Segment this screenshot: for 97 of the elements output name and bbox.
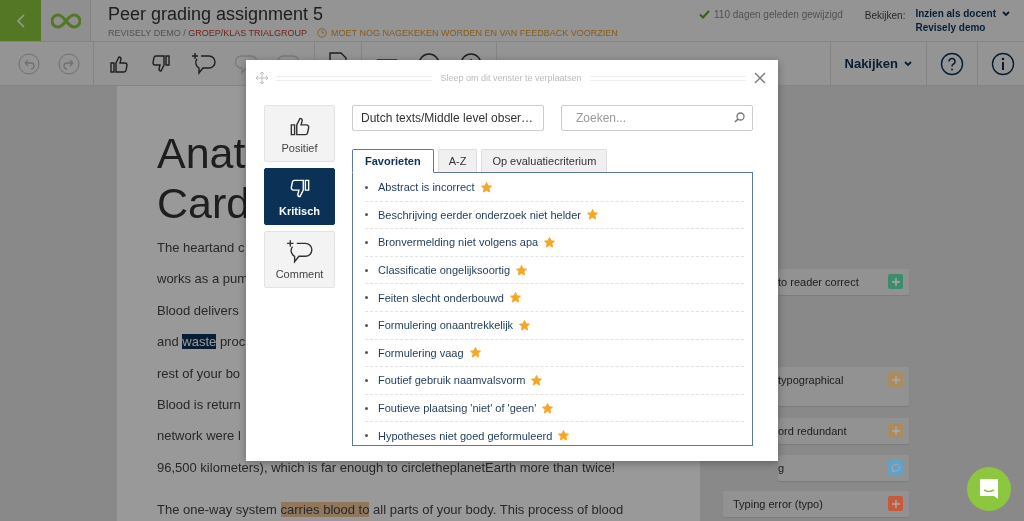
bullet-icon: [365, 268, 368, 272]
star-icon[interactable]: [480, 181, 492, 193]
annotation-card[interactable]: ord redundant: [778, 418, 909, 444]
annotation-label: to reader correct: [778, 275, 859, 290]
feedback-item[interactable]: Classificatie ongelijksoortig: [378, 264, 511, 277]
search-field[interactable]: Zoeken...: [561, 105, 753, 131]
document-text-line: Blood delivers: [157, 301, 239, 320]
feedback-item[interactable]: Formulering vaag: [378, 346, 464, 359]
infinity-icon: [50, 12, 81, 29]
star-icon[interactable]: [516, 264, 528, 276]
assignment-title: Peer grading assignment 5: [108, 3, 325, 25]
feedback-item[interactable]: Beschrijving eerder onderzoek niet helder: [378, 208, 581, 221]
add-comment-icon[interactable]: [191, 51, 217, 76]
star-icon[interactable]: [509, 292, 521, 304]
star-icon[interactable]: [544, 237, 556, 248]
view-mode-dropdown[interactable]: Inzien als docent: [915, 8, 1010, 19]
caret-icon: [1002, 10, 1010, 17]
add-comment-icon: [285, 239, 314, 265]
bullet-icon: [365, 213, 368, 217]
tab[interactable]: A-Z: [437, 149, 478, 172]
annotation-label: Typing error (typo): [733, 497, 823, 512]
chat-button[interactable]: [967, 467, 1011, 511]
bullet-icon: [365, 323, 368, 327]
undo-icon[interactable]: [18, 52, 40, 75]
tab[interactable]: Favorieten: [352, 149, 434, 173]
star-icon[interactable]: [531, 374, 543, 386]
add-button[interactable]: [888, 496, 903, 511]
status-text: MOET NOG NAGEKEKEN WORDEN EN VAN FEEDBACK VOORZIEN: [331, 27, 618, 38]
logo[interactable]: [41, 0, 91, 41]
document-text-line: rest of your bo: [157, 364, 241, 383]
document-text-line: and waste proc: [157, 333, 246, 352]
organization-name: REVISELY DEMO /: [108, 27, 187, 38]
annotation-card[interactable]: typographical: [778, 367, 909, 406]
bullet-icon: [365, 378, 368, 382]
document-title: Anat: [157, 128, 246, 178]
star-icon[interactable]: [519, 319, 531, 331]
plus-icon: [891, 375, 900, 384]
close-icon[interactable]: [754, 72, 766, 84]
bullet-icon: [365, 351, 368, 355]
plus-icon: [891, 426, 900, 435]
check-icon: [699, 10, 711, 19]
move-icon[interactable]: [256, 72, 268, 84]
plus-icon: [891, 277, 900, 286]
redo-icon[interactable]: [58, 52, 80, 75]
feedback-item[interactable]: Foutieve plaatsing 'niet' of 'geen': [378, 402, 537, 415]
annotation-card[interactable]: Typing error (typo): [723, 491, 909, 517]
feedback-item[interactable]: Feiten slecht onderbouwd: [378, 291, 504, 304]
feedback-item[interactable]: Bronvermelding niet volgens apa: [378, 236, 539, 249]
document-text-line: The heartand c: [157, 239, 245, 257]
annotation-card[interactable]: g: [778, 455, 909, 481]
feedback-item[interactable]: Hypotheses niet goed geformuleerd: [378, 429, 553, 442]
document-title: Card: [157, 178, 251, 228]
chevron-left-icon: [15, 13, 26, 28]
plus-icon: [891, 499, 900, 508]
feedback-item[interactable]: Foutief gebruik naamvalsvorm: [378, 374, 526, 387]
drag-hint: Sleep om dit venster te verplaatsen: [440, 73, 582, 83]
speech-bubble-icon: [890, 462, 901, 473]
annotation-card[interactable]: to reader correct: [778, 269, 909, 295]
document-text-line: network were l: [157, 427, 241, 446]
tab[interactable]: Op evaluatiecriterium: [481, 149, 608, 172]
annotation-label: typographical: [778, 373, 844, 388]
feedback-item[interactable]: Formulering onaantrekkelijk: [378, 319, 514, 332]
group-link[interactable]: GROEP/KLAS TRIALGROUP: [188, 27, 308, 38]
feedback-type-button[interactable]: Comment: [264, 231, 335, 288]
back-button[interactable]: [0, 0, 41, 41]
bullet-icon: [365, 406, 368, 410]
annotation-label: ord redundant: [778, 424, 847, 439]
mode-dropdown[interactable]: Nakijken: [834, 56, 922, 71]
bullet-icon: [365, 296, 368, 300]
clock-icon: [317, 27, 328, 38]
help-icon[interactable]: [940, 51, 964, 76]
search-icon: [734, 112, 745, 123]
comment-button[interactable]: [888, 460, 903, 475]
caret-icon: [904, 60, 912, 67]
feedback-type-button[interactable]: Positief: [264, 105, 335, 162]
annotation-label: g: [778, 461, 785, 476]
add-button[interactable]: [888, 274, 903, 289]
modified-text: 110 dagen geleden gewijzigd: [714, 9, 843, 20]
star-icon[interactable]: [542, 402, 554, 414]
chat-icon: [979, 478, 999, 500]
document-text-line: Blood is return: [157, 396, 241, 415]
feedback-type-button[interactable]: Kritisch: [264, 168, 335, 225]
star-icon[interactable]: [558, 430, 570, 442]
info-icon[interactable]: [991, 51, 1015, 76]
star-icon[interactable]: [587, 209, 598, 221]
add-button[interactable]: [888, 423, 903, 438]
add-button[interactable]: [888, 372, 903, 387]
view-label: Bekijken:: [864, 10, 906, 21]
bullet-icon: [365, 185, 368, 189]
criteria-set-dropdown[interactable]: Dutch texts/Middle level obser…: [352, 105, 544, 131]
user-name: Revisely demo: [915, 22, 987, 33]
bullet-icon: [365, 241, 368, 244]
document-text-line: 96,500 kilometers), which is far enough to circletheplanetEarth more than twice!: [157, 458, 616, 477]
star-icon[interactable]: [469, 347, 481, 359]
document-text-line: The one-way system carries blood to all parts of your body. This process of blood: [157, 501, 624, 520]
bullet-icon: [365, 434, 368, 438]
feedback-item[interactable]: Abstract is incorrect: [378, 181, 475, 194]
